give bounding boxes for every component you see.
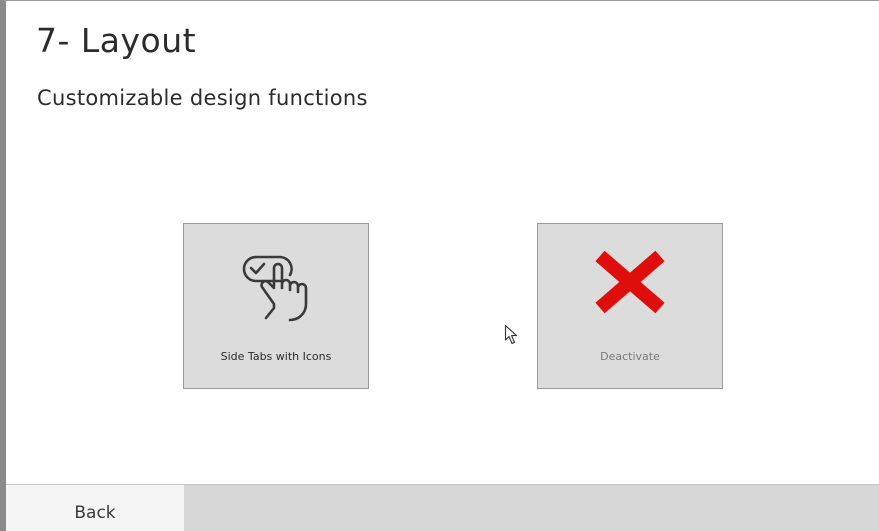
red-x-icon (595, 250, 665, 314)
page-title: 7- Layout (36, 21, 197, 60)
back-label: Back (74, 503, 116, 523)
side-tabs-option-button[interactable]: Side Tabs with Icons (183, 223, 369, 389)
mouse-cursor-icon (504, 324, 518, 345)
window-frame: 7- Layout Customizable design functions … (0, 0, 879, 531)
deactivate-option-button[interactable]: Deactivate (537, 223, 723, 389)
deactivate-option-label: Deactivate (600, 350, 660, 363)
back-button[interactable]: Back (6, 485, 184, 531)
page-subtitle: Customizable design functions (37, 86, 368, 110)
side-tabs-option-label: Side Tabs with Icons (220, 350, 332, 363)
touch-toggle-icon (242, 255, 308, 322)
